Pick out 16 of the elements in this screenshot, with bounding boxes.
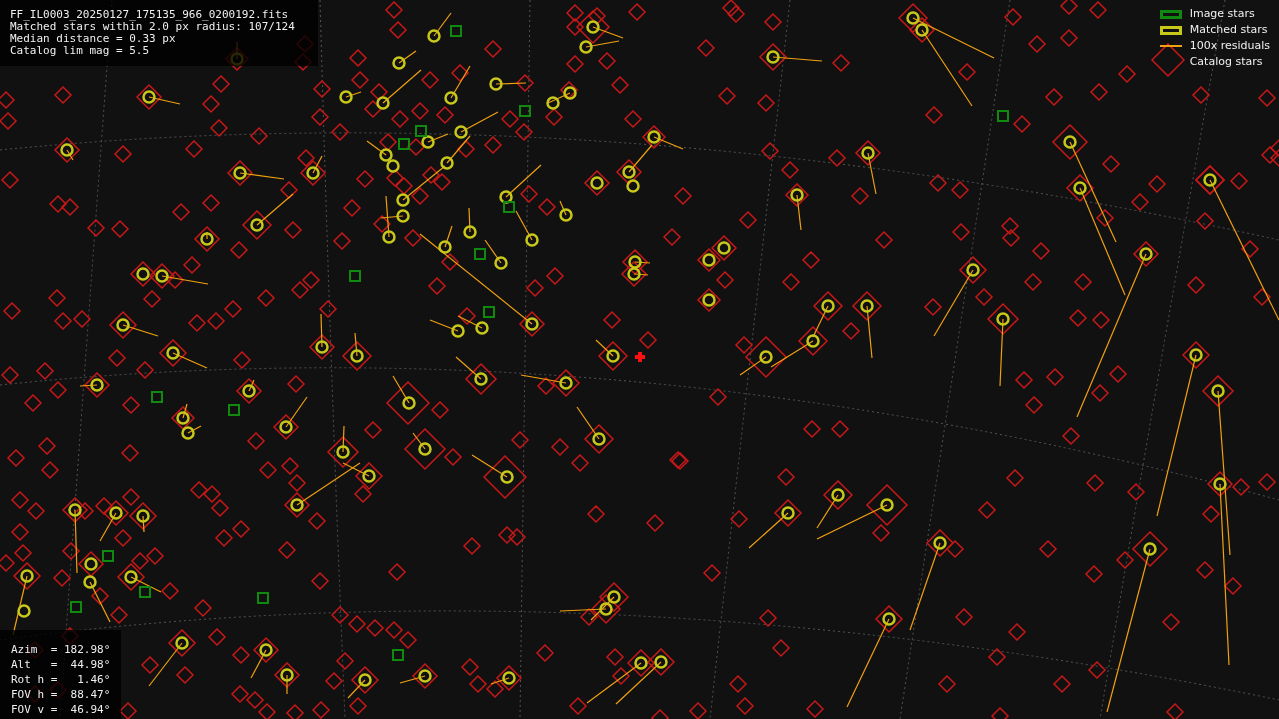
center-cross-icon (633, 350, 647, 364)
info-text: Catalog lim mag = 5.5 (10, 45, 151, 57)
pointing-text: Azim = 182.98° (11, 642, 110, 657)
info-text: Median distance = 0.33 px (10, 33, 177, 45)
image-stars-swatch-icon (1159, 9, 1182, 19)
legend-label: 100x residuals (1189, 39, 1270, 53)
info-text: Matched stars within 2.0 px radius: 107/124 (10, 21, 296, 33)
pointing-text: Alt = 44.98° (11, 657, 110, 672)
pointing-text: Rot h = 1.46° (11, 672, 110, 687)
legend-label: Catalog stars (1189, 55, 1263, 69)
info-text: FF_IL0003_20250127_175135_966_0200192.fits (10, 9, 290, 21)
legend-label: Image stars (1189, 7, 1255, 21)
matched-stars-swatch-icon (1159, 25, 1182, 35)
pointing-text: FOV v = 46.94° (11, 702, 110, 717)
pointing-text: FOV h = 88.47° (11, 687, 110, 702)
legend-label: Matched stars (1189, 23, 1268, 37)
